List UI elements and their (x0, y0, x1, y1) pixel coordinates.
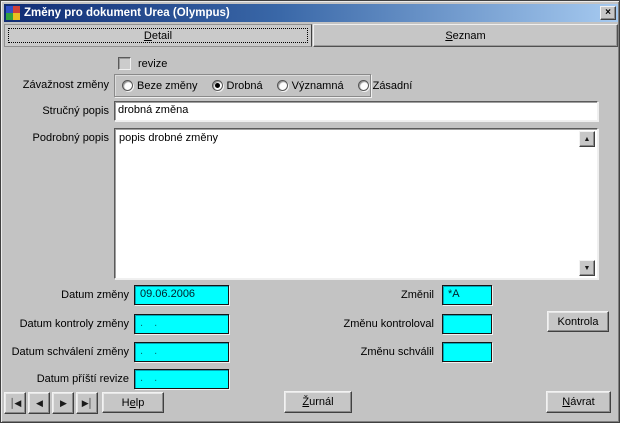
radio-icon (358, 80, 369, 91)
zavaznost-label: Závažnost změny (1, 79, 109, 91)
datum-zmeny-field[interactable]: 09.06.2006 (134, 285, 229, 305)
datum-schvaleni-field[interactable]: . . (134, 342, 229, 362)
zmenu-kontroloval-label: Změnu kontroloval (234, 318, 434, 330)
nav-next-icon: ▶ (60, 398, 66, 409)
nav-first-icon: │◀ (10, 398, 21, 409)
title-bar: Změny pro dokument Urea (Olympus) × (4, 4, 618, 22)
datum-kontroly-field[interactable]: . . (134, 314, 229, 334)
close-button[interactable]: × (600, 6, 616, 20)
nav-next-button[interactable]: ▶ (52, 392, 74, 414)
tab-detail[interactable]: Detail (4, 24, 312, 47)
nav-last-button[interactable]: ▶│ (76, 392, 98, 414)
radio-option-beze-zmeny[interactable]: Beze změny (122, 80, 198, 92)
scroll-up-icon: ▲ (584, 136, 591, 143)
zmenu-kontroloval-field[interactable] (442, 314, 492, 334)
zmenu-schvalil-field[interactable] (442, 342, 492, 362)
zavaznost-radio-group: Beze změny Drobná Významná Zásadní (114, 74, 371, 97)
scroll-down-icon: ▼ (584, 265, 591, 272)
podrobny-popis-label: Podrobný popis (1, 132, 109, 144)
podrobny-popis-textarea[interactable]: popis drobné změny ▲ ▼ (114, 128, 598, 279)
scrollbar-down-button[interactable]: ▼ (579, 260, 595, 276)
dialog-window: Změny pro dokument Urea (Olympus) × Deta… (0, 0, 620, 423)
zurnal-button[interactable]: Žurnál (284, 391, 352, 413)
radio-option-zasadni[interactable]: Zásadní (358, 80, 413, 92)
datum-pristi-revize-label: Datum příští revize (1, 373, 129, 385)
nav-prev-button[interactable]: ◀ (28, 392, 50, 414)
datum-zmeny-label: Datum změny (1, 289, 129, 301)
close-icon: × (605, 8, 611, 18)
navrat-button[interactable]: Návrat (546, 391, 611, 413)
radio-icon (212, 80, 223, 91)
revize-label: revize (138, 58, 167, 70)
radio-option-drobna[interactable]: Drobná (212, 80, 263, 92)
tab-seznam[interactable]: Seznam (313, 24, 618, 47)
datum-pristi-revize-field[interactable]: . . (134, 369, 229, 389)
radio-label: Zásadní (373, 80, 413, 92)
strucny-popis-label: Stručný popis (1, 105, 109, 117)
podrobny-popis-text: popis drobné změny (119, 132, 218, 144)
window-title: Změny pro dokument Urea (Olympus) (24, 7, 600, 19)
radio-icon (277, 80, 288, 91)
radio-label: Beze změny (137, 80, 198, 92)
zmenil-label: Změnil (234, 289, 434, 301)
scrollbar-up-button[interactable]: ▲ (579, 131, 595, 147)
strucny-popis-input[interactable]: drobná změna (114, 101, 598, 121)
zmenu-schvalil-label: Změnu schválil (234, 346, 434, 358)
help-button[interactable]: Help (102, 392, 164, 413)
radio-label: Významná (292, 80, 344, 92)
app-icon (6, 6, 20, 20)
zmenil-field[interactable]: *A (442, 285, 492, 305)
nav-last-icon: ▶│ (82, 398, 93, 409)
radio-icon (122, 80, 133, 91)
radio-option-vyznamna[interactable]: Významná (277, 80, 344, 92)
radio-label: Drobná (227, 80, 263, 92)
revize-checkbox[interactable] (118, 57, 131, 70)
datum-kontroly-label: Datum kontroly změny (1, 318, 129, 330)
datum-schvaleni-label: Datum schválení změny (1, 346, 129, 358)
kontrola-button[interactable]: Kontrola (547, 311, 609, 332)
nav-prev-icon: ◀ (36, 398, 42, 409)
nav-first-button[interactable]: │◀ (4, 392, 26, 414)
